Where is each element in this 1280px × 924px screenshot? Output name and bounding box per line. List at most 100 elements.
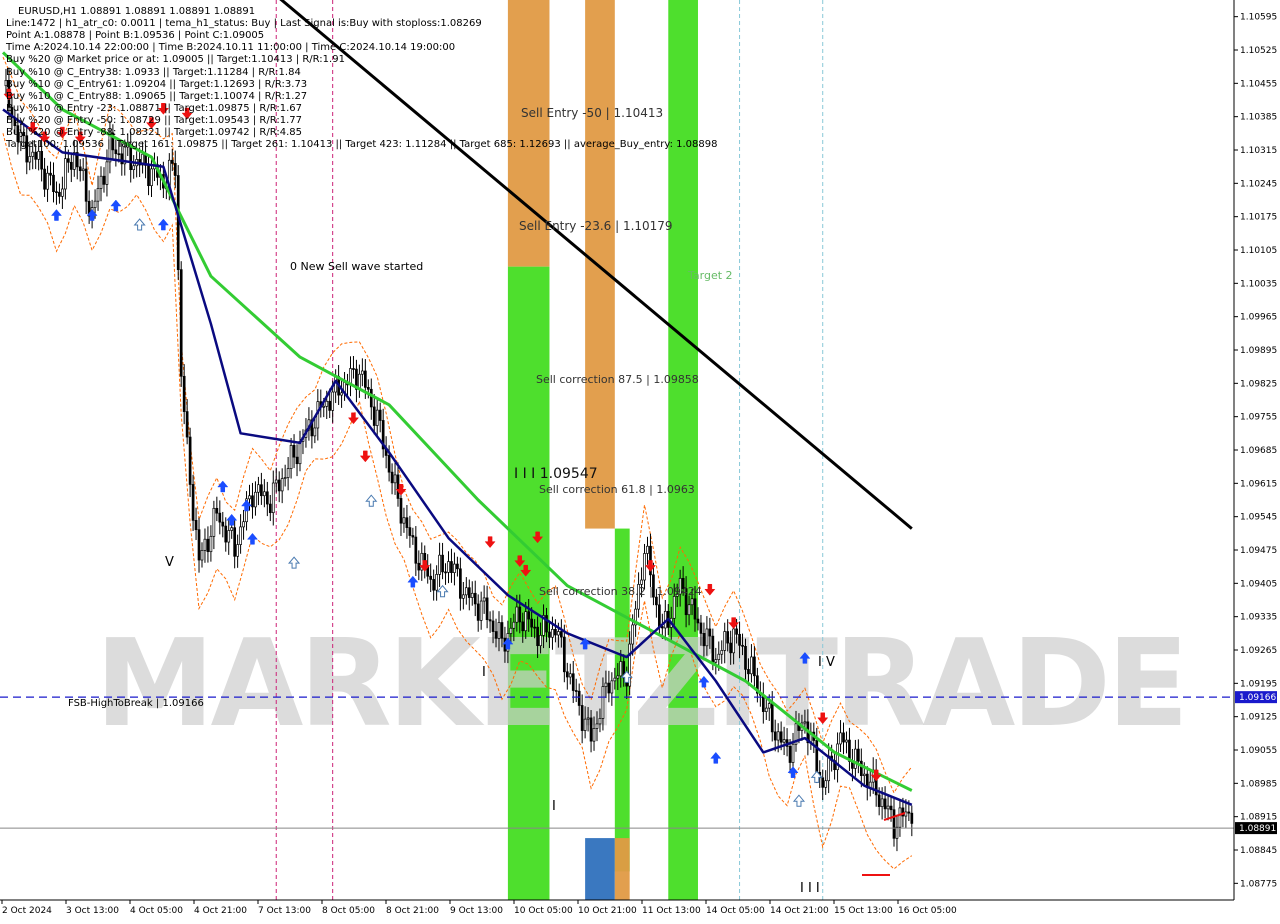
candle-body [577, 690, 581, 706]
candle-body [292, 445, 296, 458]
candle-body [497, 622, 501, 639]
candle-body [52, 174, 55, 193]
time-tick-label: 14 Oct 05:00 [706, 906, 765, 916]
candle-body [230, 527, 234, 531]
candle-body [66, 158, 70, 163]
candle-body [191, 484, 195, 521]
candle-body [821, 777, 825, 788]
candle-body [188, 436, 192, 485]
candle-body [147, 165, 150, 187]
candle-body [49, 172, 52, 176]
candle-body [43, 168, 46, 190]
candle-body [227, 530, 231, 543]
header-line-3: Buy %20 @ Market price or at: 1.09005 ||… [6, 54, 345, 65]
candle-body [708, 628, 712, 637]
candle-body [206, 538, 210, 553]
candle-body [604, 682, 608, 687]
candle-body [212, 507, 216, 537]
label-sell-entry-23: Sell Entry -23.6 | 1.10179 [519, 219, 673, 233]
time-tick-label: 10 Oct 21:00 [578, 906, 637, 916]
candle-body [378, 409, 382, 421]
candle-body [565, 671, 569, 678]
price-tick-label: 1.09685 [1240, 446, 1277, 456]
candle-body [61, 188, 64, 197]
candle-body [233, 527, 237, 557]
candle-body [892, 809, 896, 839]
candle-body [417, 562, 421, 571]
candle-body [720, 650, 724, 655]
price-tick-label: 1.08985 [1240, 779, 1277, 789]
candle-body [545, 615, 548, 633]
label-fsb-break: FSB-HighToBreak | 1.09166 [68, 698, 204, 709]
candle-body [242, 521, 245, 528]
candle-body [791, 743, 795, 763]
time-tick-label: 7 Oct 13:00 [258, 906, 311, 916]
price-tick-label: 1.09055 [1240, 746, 1277, 756]
candle-body [274, 479, 278, 484]
candle-body [500, 622, 504, 639]
candle-body [31, 151, 35, 157]
price-tick-label: 1.10035 [1240, 279, 1277, 289]
zone-sell_entry-2 [585, 0, 615, 529]
candle-body [432, 579, 435, 591]
candle-body [268, 503, 272, 514]
candle-body [289, 445, 293, 469]
time-tick-label: 10 Oct 05:00 [514, 906, 573, 916]
candle-body [408, 527, 412, 536]
time-tick-label: 8 Oct 05:00 [322, 906, 375, 916]
candle-body [705, 628, 709, 647]
candle-body [37, 150, 40, 160]
candle-body [750, 656, 753, 675]
candle-body [592, 728, 596, 742]
candle-body [539, 635, 542, 647]
current-price-tag-text: 1.08891 [1239, 824, 1276, 834]
candle-body [215, 507, 219, 514]
price-chart[interactable]: MARKETZITRADE Sell Entry -50 | 1.10413 S… [0, 0, 1280, 920]
candle-body [441, 554, 444, 573]
candle-body [197, 529, 201, 561]
time-tick-label: 14 Oct 21:00 [770, 906, 829, 916]
candle-body [488, 619, 492, 622]
price-tick-label: 1.09195 [1240, 679, 1277, 689]
watermark-text: MARKETZITRADE [95, 615, 1185, 754]
candle-body [182, 375, 186, 412]
candle-body [589, 717, 593, 742]
candle-body [429, 575, 433, 580]
candle-body [69, 161, 73, 170]
candle-body [711, 635, 715, 663]
candle-body [773, 731, 777, 741]
candle-body [470, 592, 474, 598]
candle-body [631, 624, 634, 645]
candle-body [435, 574, 438, 591]
chart-background [0, 0, 1280, 920]
price-tick-label: 1.10315 [1240, 146, 1277, 156]
candle-body [586, 717, 590, 720]
candle-body [883, 798, 887, 810]
zone-sell_entry-5 [614, 838, 630, 900]
label-sell-entry-50: Sell Entry -50 | 1.10413 [521, 106, 663, 120]
candle-body [444, 571, 447, 574]
candle-body [58, 191, 61, 197]
candle-body [643, 553, 646, 581]
candle-body [393, 474, 397, 484]
candle-body [194, 519, 198, 531]
candle-body [218, 512, 222, 523]
candle-body [910, 812, 914, 824]
candle-body [236, 544, 239, 557]
candle-body [640, 579, 643, 585]
candle-body [280, 478, 284, 492]
header-line-10: Target100: 1.09536 || Target 161: 1.0987… [5, 139, 717, 150]
price-tick-label: 1.08775 [1240, 879, 1277, 889]
header-line-6: Buy %10 @ C_Entry88: 1.09065 || Target:1… [6, 91, 307, 102]
candle-body [239, 526, 242, 545]
candle-body [81, 168, 85, 172]
candle-body [176, 175, 180, 270]
time-tick-label: 9 Oct 13:00 [450, 906, 503, 916]
candle-body [64, 158, 67, 190]
candle-body [503, 637, 507, 652]
candle-body [782, 739, 786, 743]
candle-body [607, 682, 611, 694]
candle-body [601, 686, 605, 719]
candle-body [396, 474, 400, 499]
candle-body [482, 597, 486, 602]
